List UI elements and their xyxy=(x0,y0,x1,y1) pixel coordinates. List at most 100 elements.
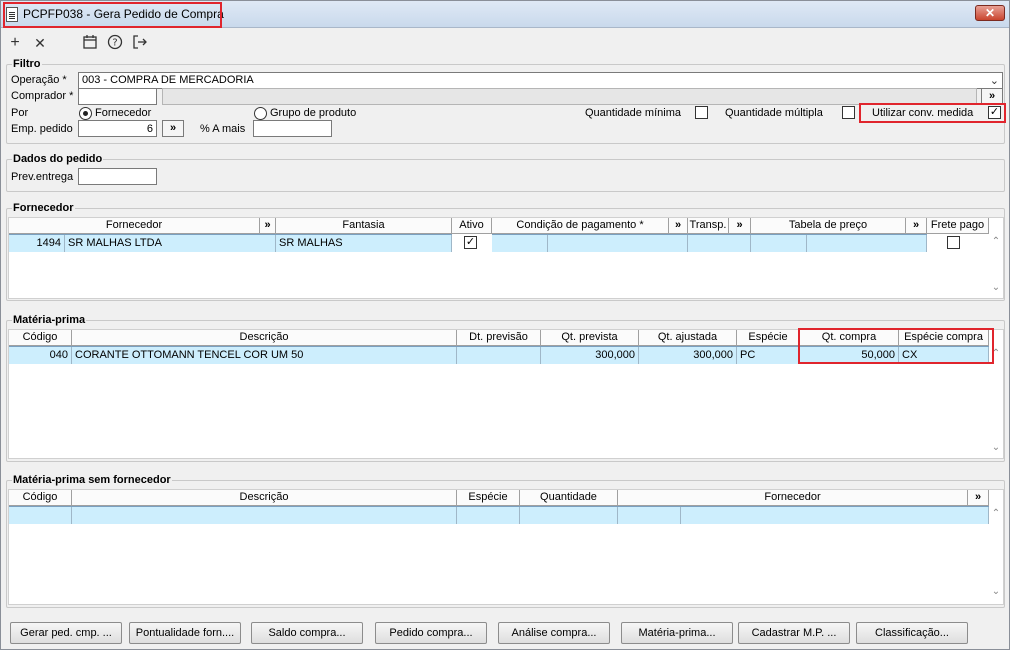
exit-icon[interactable] xyxy=(131,34,149,52)
transp-cell[interactable] xyxy=(688,235,751,252)
pontualidade-button[interactable]: Pontualidade forn.... xyxy=(129,622,241,644)
col-fornecedor[interactable]: Fornecedor xyxy=(618,490,968,506)
fornecedor-lookup-button[interactable]: » xyxy=(260,218,276,234)
col-condicao-pagamento[interactable]: Condição de pagamento * xyxy=(492,218,669,234)
materia-prima-title: Matéria-prima xyxy=(12,314,87,326)
sf-codigo[interactable] xyxy=(9,507,72,524)
col-dt-previsao[interactable]: Dt. previsão xyxy=(457,330,541,346)
materia-codigo[interactable]: 040 xyxy=(9,347,72,364)
a-mais-input[interactable] xyxy=(253,120,332,137)
ativo-checkbox[interactable]: ✓ xyxy=(464,236,477,249)
chevron-down-icon: ⌄ xyxy=(989,75,999,87)
col-codigo[interactable]: Código xyxy=(9,330,72,346)
comprador-input[interactable] xyxy=(78,88,157,105)
sem-fornecedor-title: Matéria-prima sem fornecedor xyxy=(12,474,172,486)
col-qt-prevista[interactable]: Qt. prevista xyxy=(541,330,639,346)
fornecedor-title: Fornecedor xyxy=(12,202,75,214)
scroll-down-icon[interactable]: ⌄ xyxy=(989,442,1003,453)
help-icon[interactable]: ? xyxy=(106,34,124,52)
transp-lookup-button[interactable]: » xyxy=(729,218,751,234)
col-descricao[interactable]: Descrição xyxy=(72,490,457,506)
fornecedor-lookup-button[interactable]: » xyxy=(968,490,989,506)
gerar-pedido-button[interactable]: Gerar ped. cmp. ... xyxy=(10,622,122,644)
scroll-up-icon[interactable]: ⌃ xyxy=(989,236,1003,247)
sem-fornecedor-grid: Código Descrição Espécie Quantidade Forn… xyxy=(8,489,1004,605)
tabela-descricao[interactable] xyxy=(807,235,927,252)
por-label: Por xyxy=(11,107,29,119)
col-transp[interactable]: Transp. xyxy=(688,218,729,234)
condicao-lookup-button[interactable]: » xyxy=(669,218,688,234)
radio-fornecedor[interactable] xyxy=(79,107,92,120)
saldo-compra-button[interactable]: Saldo compra... xyxy=(251,622,363,644)
qtd-multipla-checkbox[interactable] xyxy=(842,106,855,119)
tabela-codigo[interactable] xyxy=(751,235,807,252)
col-quantidade[interactable]: Quantidade xyxy=(520,490,618,506)
materia-prima-button[interactable]: Matéria-prima... xyxy=(621,622,733,644)
delete-icon[interactable]: ✕ xyxy=(31,34,49,52)
col-qt-ajustada[interactable]: Qt. ajustada xyxy=(639,330,737,346)
tabela-lookup-button[interactable]: » xyxy=(906,218,927,234)
fornecedor-grid: Fornecedor » Fantasia Ativo Condição de … xyxy=(8,217,1004,299)
fornecedor-codigo[interactable]: 1494 xyxy=(9,235,65,252)
qtd-multipla-label: Quantidade múltipla xyxy=(725,107,823,119)
sf-quantidade[interactable] xyxy=(520,507,618,524)
close-button[interactable]: ✕ xyxy=(975,5,1005,21)
pedido-compra-button[interactable]: Pedido compra... xyxy=(375,622,487,644)
operacao-value: 003 - COMPRA DE MERCADORIA xyxy=(82,74,254,86)
condicao-descricao[interactable] xyxy=(548,235,688,252)
radio-grupo-label: Grupo de produto xyxy=(270,107,357,119)
toolbar: + ✕ ? xyxy=(1,29,1009,57)
col-frete-pago[interactable]: Frete pago xyxy=(927,218,989,234)
col-ativo[interactable]: Ativo xyxy=(452,218,492,234)
svg-text:?: ? xyxy=(112,38,117,49)
comprador-name-field xyxy=(162,88,977,105)
analise-compra-button[interactable]: Análise compra... xyxy=(498,622,610,644)
col-fantasia[interactable]: Fantasia xyxy=(276,218,452,234)
comprador-label: Comprador * xyxy=(11,90,74,102)
col-codigo[interactable]: Código xyxy=(9,490,72,506)
fornecedor-fantasia[interactable]: SR MALHAS xyxy=(276,235,452,252)
title-highlight xyxy=(3,2,222,28)
frete-pago-checkbox[interactable] xyxy=(947,236,960,249)
scroll-down-icon[interactable]: ⌄ xyxy=(989,282,1003,293)
sf-especie[interactable] xyxy=(457,507,520,524)
dados-pedido-title: Dados do pedido xyxy=(12,153,104,165)
scroll-up-icon[interactable]: ⌃ xyxy=(989,508,1003,519)
cadastrar-mp-button[interactable]: Cadastrar M.P. ... xyxy=(738,622,850,644)
condicao-codigo[interactable] xyxy=(492,235,548,252)
materia-qt-ajustada[interactable]: 300,000 xyxy=(639,347,737,364)
col-especie[interactable]: Espécie xyxy=(457,490,520,506)
title-bar: PCPFP038 - Gera Pedido de Compra ✕ xyxy=(1,1,1009,28)
add-icon[interactable]: + xyxy=(6,34,24,52)
col-tabela-preco[interactable]: Tabela de preço xyxy=(751,218,906,234)
materia-descricao[interactable]: CORANTE OTTOMANN TENCEL COR UM 50 xyxy=(72,347,457,364)
materia-especie[interactable]: PC xyxy=(737,347,800,364)
main-window: PCPFP038 - Gera Pedido de Compra ✕ + ✕ ?… xyxy=(0,0,1010,650)
sf-descricao[interactable] xyxy=(72,507,457,524)
filtro-title: Filtro xyxy=(12,58,42,70)
scroll-down-icon[interactable]: ⌄ xyxy=(989,586,1003,597)
col-descricao[interactable]: Descrição xyxy=(72,330,457,346)
qt-compra-highlight xyxy=(798,328,994,364)
operacao-label: Operação * xyxy=(11,74,67,86)
sf-fornecedor-codigo[interactable] xyxy=(618,507,681,524)
prev-entrega-label: Prev.entrega xyxy=(11,171,74,183)
col-especie[interactable]: Espécie xyxy=(737,330,800,346)
radio-fornecedor-label: Fornecedor xyxy=(95,107,152,119)
qtd-minima-checkbox[interactable] xyxy=(695,106,708,119)
emp-pedido-label: Emp. pedido xyxy=(11,123,73,135)
col-fornecedor[interactable]: Fornecedor xyxy=(9,218,260,234)
classificacao-button[interactable]: Classificação... xyxy=(856,622,968,644)
radio-grupo-produto[interactable] xyxy=(254,107,267,120)
qtd-minima-label: Quantidade mínima xyxy=(585,107,681,119)
emp-pedido-input[interactable]: 6 xyxy=(78,120,157,137)
sf-fornecedor-nome[interactable] xyxy=(681,507,989,524)
fornecedor-nome[interactable]: SR MALHAS LTDA xyxy=(65,235,276,252)
materia-dt-previsao[interactable] xyxy=(457,347,541,364)
operacao-select[interactable]: 003 - COMPRA DE MERCADORIA ⌄ xyxy=(78,72,1003,89)
prev-entrega-input[interactable] xyxy=(78,168,157,185)
emp-pedido-lookup-button[interactable]: » xyxy=(162,120,184,137)
a-mais-label: % A mais xyxy=(200,123,246,135)
materia-qt-prevista[interactable]: 300,000 xyxy=(541,347,639,364)
calendar-icon[interactable] xyxy=(81,34,99,52)
